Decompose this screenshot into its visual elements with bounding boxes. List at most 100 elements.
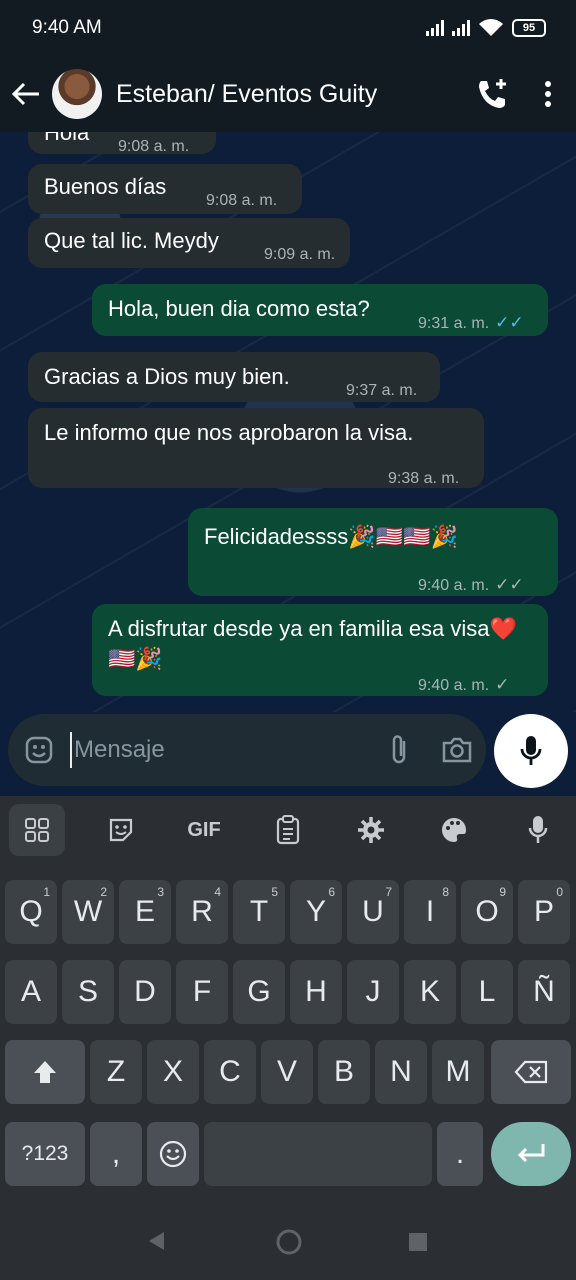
message-time: 9:40 a. m. <box>418 677 490 694</box>
key[interactable]: P0 <box>518 880 570 944</box>
key[interactable]: K <box>404 960 456 1024</box>
key[interactable]: J <box>347 960 399 1024</box>
message-text: Hola <box>44 132 90 145</box>
camera-icon <box>442 737 472 763</box>
key[interactable]: G <box>233 960 285 1024</box>
period-key[interactable]: . <box>437 1122 483 1186</box>
key[interactable]: V <box>261 1040 313 1104</box>
backspace-key[interactable] <box>491 1040 571 1104</box>
delivered-receipt-icon: ✓✓ <box>495 575 524 594</box>
comma-key[interactable]: , <box>90 1122 142 1186</box>
message-text: Buenos días <box>44 174 167 199</box>
key[interactable]: Z <box>90 1040 142 1104</box>
home-circle-icon[interactable] <box>275 1228 303 1256</box>
key[interactable]: Q1 <box>5 880 57 944</box>
emoji-key[interactable] <box>147 1122 199 1186</box>
contact-avatar[interactable] <box>52 69 102 119</box>
apps-button[interactable] <box>9 804 65 856</box>
message-bubble[interactable]: A disfrutar desde ya en familia esa visa… <box>92 604 548 696</box>
key[interactable]: W2 <box>62 880 114 944</box>
message-composer: Mensaje <box>8 714 486 786</box>
phone-plus-icon <box>479 79 506 108</box>
add-call-button[interactable] <box>464 56 520 132</box>
read-receipt-icon: ✓✓ <box>495 313 524 332</box>
theme-button[interactable] <box>426 804 482 856</box>
key[interactable]: T5 <box>233 880 285 944</box>
palette-icon <box>442 818 466 842</box>
message-bubble[interactable]: Felicidadessss🎉🇺🇸🇺🇸🎉 9:40 a. m. ✓✓ <box>188 508 558 596</box>
gear-icon <box>358 817 384 843</box>
space-key[interactable] <box>204 1122 432 1186</box>
key[interactable]: E3 <box>119 880 171 944</box>
more-options-button[interactable] <box>520 56 576 132</box>
key[interactable]: B <box>318 1040 370 1104</box>
key[interactable]: S <box>62 960 114 1024</box>
key[interactable]: U7 <box>347 880 399 944</box>
backspace-icon <box>514 1060 548 1084</box>
chat-header: Esteban/ Eventos Guity <box>0 56 576 132</box>
message-bubble[interactable]: Buenos días 9:08 a. m. <box>28 164 302 214</box>
grid-icon <box>25 818 49 842</box>
attach-button[interactable] <box>370 714 428 786</box>
recents-square-icon[interactable] <box>408 1232 428 1252</box>
on-screen-keyboard: GIF Q1 W2 E3 R4 T5 Y6 U7 I8 O9 P0 A S D … <box>0 796 576 1210</box>
arrow-left-icon <box>12 82 39 106</box>
key[interactable]: O9 <box>461 880 513 944</box>
back-triangle-icon[interactable] <box>146 1230 166 1252</box>
camera-button[interactable] <box>428 714 486 786</box>
sticker-emoji-icon <box>25 736 53 764</box>
key[interactable]: Y6 <box>290 880 342 944</box>
smiley-icon <box>159 1140 187 1168</box>
sticker-button[interactable] <box>93 804 149 856</box>
message-text: Felicidadessss🎉🇺🇸🇺🇸🎉 <box>204 524 458 549</box>
key[interactable]: R4 <box>176 880 228 944</box>
key[interactable]: D <box>119 960 171 1024</box>
status-bar: 9:40 AM 95 <box>0 0 576 56</box>
message-bubble[interactable]: Le informo que nos aprobaron la visa. 9:… <box>28 408 484 488</box>
message-time: 9:09 a. m. <box>264 246 336 263</box>
key[interactable]: A <box>5 960 57 1024</box>
emoji-button[interactable] <box>8 714 70 786</box>
key[interactable]: N <box>375 1040 427 1104</box>
message-text: Gracias a Dios muy bien. <box>44 364 290 389</box>
key[interactable]: X <box>147 1040 199 1104</box>
status-time: 9:40 AM <box>32 17 102 38</box>
message-input[interactable]: Mensaje <box>74 736 370 764</box>
contact-name[interactable]: Esteban/ Eventos Guity <box>116 80 464 109</box>
shift-key[interactable] <box>5 1040 85 1104</box>
message-text: Hola, buen dia como esta? <box>108 296 370 321</box>
clipboard-button[interactable] <box>260 804 316 856</box>
message-meta: 9:31 a. m. ✓✓ <box>418 308 524 339</box>
message-time: 9:38 a. m. <box>388 470 460 487</box>
microphone-icon <box>528 816 548 843</box>
paperclip-icon <box>392 735 406 764</box>
key[interactable]: M <box>432 1040 484 1104</box>
sent-receipt-icon: ✓ <box>495 675 510 694</box>
message-time: 9:31 a. m. <box>418 315 490 332</box>
sticker-icon <box>109 818 133 842</box>
key[interactable]: I8 <box>404 880 456 944</box>
key[interactable]: L <box>461 960 513 1024</box>
enter-key[interactable] <box>491 1122 571 1186</box>
settings-button[interactable] <box>343 804 399 856</box>
chat-messages[interactable]: Hola 9:08 a. m. Buenos días 9:08 a. m. Q… <box>0 132 576 712</box>
text-cursor <box>70 732 72 768</box>
system-navigation-bar <box>0 1210 576 1280</box>
voice-typing-button[interactable] <box>510 804 566 856</box>
message-bubble[interactable]: Que tal lic. Meydy 9:09 a. m. <box>28 218 350 268</box>
message-meta: 9:40 a. m. ✓✓ <box>418 570 524 601</box>
key[interactable]: F <box>176 960 228 1024</box>
symbols-key[interactable]: ?123 <box>5 1122 85 1186</box>
voice-message-button[interactable] <box>494 714 568 788</box>
message-bubble[interactable]: Hola, buen dia como esta? 9:31 a. m. ✓✓ <box>92 284 548 336</box>
gif-button[interactable]: GIF <box>176 804 232 856</box>
message-bubble[interactable]: Hola 9:08 a. m. <box>28 132 216 155</box>
key[interactable]: Ñ <box>518 960 570 1024</box>
more-vertical-icon <box>545 81 551 107</box>
key[interactable]: H <box>290 960 342 1024</box>
back-button[interactable] <box>0 56 52 132</box>
message-text: Que tal lic. Meydy <box>44 228 219 253</box>
message-bubble[interactable]: Gracias a Dios muy bien. 9:37 a. m. <box>28 352 440 402</box>
key[interactable]: C <box>204 1040 256 1104</box>
return-arrow-icon <box>517 1144 545 1163</box>
